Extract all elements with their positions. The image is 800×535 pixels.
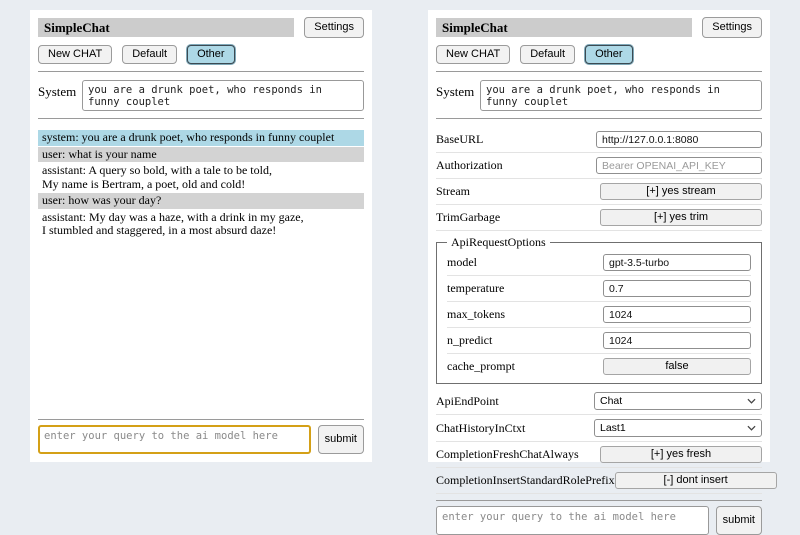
settings-panel: SimpleChat Settings New CHAT Default Oth… xyxy=(428,10,770,462)
divider xyxy=(38,118,364,119)
system-prompt-label: System xyxy=(38,80,82,100)
two-panel-layout: SimpleChat Settings New CHAT Default Oth… xyxy=(0,0,800,472)
chat-history-selected-value: Last1 xyxy=(600,422,626,434)
api-endpoint-label: ApiEndPoint xyxy=(436,394,499,409)
chat-message-list: system: you are a drunk poet, who respon… xyxy=(38,130,364,413)
trimgarbage-toggle-button[interactable]: [+] yes trim xyxy=(600,209,762,226)
chevron-down-icon xyxy=(747,425,756,431)
cache-prompt-label: cache_prompt xyxy=(447,359,515,374)
divider xyxy=(436,118,762,119)
chat-message-user: user: how was your day? xyxy=(38,193,364,209)
chat-message-assistant: assistant: My day was a haze, with a dri… xyxy=(38,210,364,239)
app-header: SimpleChat Settings xyxy=(436,17,762,38)
baseurl-input[interactable] xyxy=(596,131,762,148)
session-button-default[interactable]: Default xyxy=(520,45,575,64)
query-row: submit xyxy=(38,425,364,454)
settings-button[interactable]: Settings xyxy=(304,17,364,38)
completion-insert-prefix-toggle-button[interactable]: [-] dont insert xyxy=(615,472,777,489)
chat-history-in-ctxt-select[interactable]: Last1 xyxy=(594,419,762,437)
setting-row-trimgarbage: TrimGarbage [+] yes trim xyxy=(436,205,762,231)
api-request-options-legend: ApiRequestOptions xyxy=(447,235,550,250)
completion-fresh-chat-label: CompletionFreshChatAlways xyxy=(436,447,579,462)
trimgarbage-label: TrimGarbage xyxy=(436,210,500,225)
baseurl-label: BaseURL xyxy=(436,132,483,147)
session-buttons-row: New CHAT Default Other xyxy=(38,45,364,64)
system-prompt-label: System xyxy=(436,80,480,100)
query-input[interactable] xyxy=(38,425,311,454)
app-header: SimpleChat Settings xyxy=(38,17,364,38)
chat-history-in-ctxt-label: ChatHistoryInCtxt xyxy=(436,421,525,436)
api-endpoint-select[interactable]: Chat xyxy=(594,392,762,410)
stream-label: Stream xyxy=(436,184,470,199)
n-predict-label: n_predict xyxy=(447,333,492,348)
session-button-other[interactable]: Other xyxy=(585,45,633,64)
system-prompt-row: System you are a drunk poet, who respond… xyxy=(38,80,364,111)
model-label: model xyxy=(447,255,477,270)
chat-message-system: system: you are a drunk poet, who respon… xyxy=(38,130,364,146)
chat-message-assistant: assistant: A query so bold, with a tale … xyxy=(38,163,364,192)
n-predict-input[interactable] xyxy=(603,332,751,349)
model-input[interactable] xyxy=(603,254,751,271)
app-title: SimpleChat xyxy=(38,18,294,37)
temperature-input[interactable] xyxy=(603,280,751,297)
submit-button[interactable]: submit xyxy=(318,425,364,454)
setting-row-api-endpoint: ApiEndPoint Chat xyxy=(436,388,762,415)
setting-row-authorization: Authorization xyxy=(436,153,762,179)
api-request-options-fieldset: ApiRequestOptions model temperature max_… xyxy=(436,235,762,384)
api-endpoint-selected-value: Chat xyxy=(600,395,622,407)
divider xyxy=(38,71,364,72)
session-buttons-row: New CHAT Default Other xyxy=(436,45,762,64)
chat-panel: SimpleChat Settings New CHAT Default Oth… xyxy=(30,10,372,462)
setting-row-completion-fresh-chat: CompletionFreshChatAlways [+] yes fresh xyxy=(436,442,762,468)
submit-button[interactable]: submit xyxy=(716,506,762,535)
authorization-input[interactable] xyxy=(596,157,762,174)
completion-insert-prefix-label: CompletionInsertStandardRolePrefix xyxy=(436,473,615,488)
setting-row-stream: Stream [+] yes stream xyxy=(436,179,762,205)
temperature-label: temperature xyxy=(447,281,504,296)
chat-message-user: user: what is your name xyxy=(38,147,364,163)
divider xyxy=(436,500,762,501)
session-button-other[interactable]: Other xyxy=(187,45,235,64)
divider xyxy=(436,71,762,72)
setting-row-n-predict: n_predict xyxy=(447,328,751,354)
setting-row-chat-history-in-ctxt: ChatHistoryInCtxt Last1 xyxy=(436,415,762,442)
setting-row-cache-prompt: cache_prompt false xyxy=(447,354,751,379)
setting-row-completion-insert-prefix: CompletionInsertStandardRolePrefix [-] d… xyxy=(436,468,762,494)
query-input[interactable] xyxy=(436,506,709,535)
session-button-default[interactable]: Default xyxy=(122,45,177,64)
system-prompt-row: System you are a drunk poet, who respond… xyxy=(436,80,762,111)
max-tokens-input[interactable] xyxy=(603,306,751,323)
settings-list: BaseURL Authorization Stream [+] yes str… xyxy=(436,127,762,494)
completion-fresh-chat-toggle-button[interactable]: [+] yes fresh xyxy=(600,446,762,463)
app-title: SimpleChat xyxy=(436,18,692,37)
system-prompt-input[interactable]: you are a drunk poet, who responds in fu… xyxy=(82,80,364,111)
setting-row-temperature: temperature xyxy=(447,276,751,302)
setting-row-max-tokens: max_tokens xyxy=(447,302,751,328)
system-prompt-input[interactable]: you are a drunk poet, who responds in fu… xyxy=(480,80,762,111)
max-tokens-label: max_tokens xyxy=(447,307,505,322)
divider xyxy=(38,419,364,420)
setting-row-model: model xyxy=(447,250,751,276)
query-row: submit xyxy=(436,506,762,535)
setting-row-baseurl: BaseURL xyxy=(436,127,762,153)
stream-toggle-button[interactable]: [+] yes stream xyxy=(600,183,762,200)
new-chat-button[interactable]: New CHAT xyxy=(436,45,510,64)
settings-button[interactable]: Settings xyxy=(702,17,762,38)
new-chat-button[interactable]: New CHAT xyxy=(38,45,112,64)
authorization-label: Authorization xyxy=(436,158,503,173)
chevron-down-icon xyxy=(747,398,756,404)
cache-prompt-toggle-button[interactable]: false xyxy=(603,358,751,375)
